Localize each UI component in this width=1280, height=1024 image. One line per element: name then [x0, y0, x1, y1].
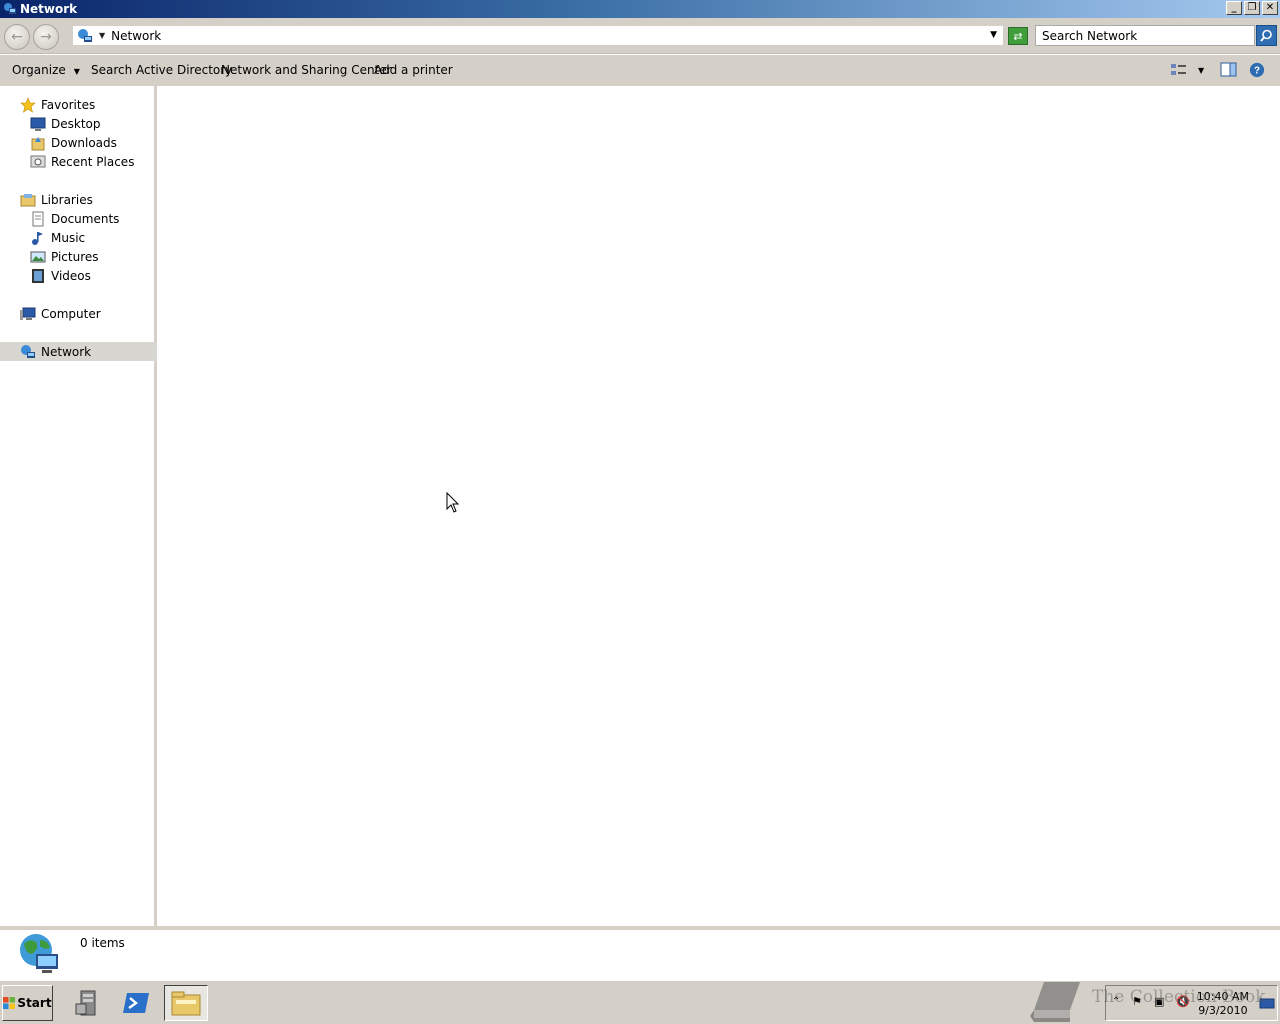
nav-documents[interactable]: Documents — [0, 209, 157, 228]
file-list-pane[interactable] — [160, 86, 1280, 926]
address-dropdown-icon[interactable]: ▼ — [990, 30, 997, 40]
nav-label: Downloads — [51, 135, 117, 150]
nav-label: Desktop — [51, 116, 101, 131]
folder-icon — [171, 991, 201, 1016]
search-active-directory-button[interactable]: Search Active Directory — [91, 63, 232, 77]
preview-pane-icon[interactable] — [1220, 62, 1238, 78]
documents-icon — [32, 211, 44, 226]
nav-label: Pictures — [51, 249, 99, 264]
nav-label: Documents — [51, 211, 120, 226]
nav-label: Recent Places — [51, 154, 135, 169]
restore-button[interactable]: ❐ — [1244, 1, 1260, 15]
title-bar: Network _ ❐ ✕ — [0, 0, 1280, 18]
start-button[interactable]: Start — [2, 985, 53, 1021]
network-icon — [78, 28, 92, 42]
watermark: The Collection Book — [1030, 978, 1270, 1024]
help-icon[interactable]: ? — [1248, 62, 1266, 78]
downloads-icon — [31, 136, 45, 150]
nav-recent-places[interactable]: Recent Places — [0, 152, 157, 171]
windows-logo-icon — [3, 997, 16, 1009]
nav-label: Music — [51, 230, 86, 245]
nav-label: Videos — [51, 268, 91, 283]
forward-button[interactable]: → — [33, 24, 59, 50]
book-icon — [1030, 982, 1080, 1022]
network-icon — [21, 344, 35, 358]
details-pane: 0 items — [0, 930, 1280, 980]
nav-favorites[interactable]: Favorites — [0, 95, 157, 114]
nav-downloads[interactable]: Downloads — [0, 133, 157, 152]
command-bar: Organize ▼ Search Active Directory Networ… — [0, 55, 1280, 86]
server-manager-taskbar-button[interactable] — [66, 985, 110, 1021]
nav-network[interactable]: Network — [0, 342, 157, 361]
window-title: Network — [20, 2, 78, 16]
search-button[interactable] — [1256, 25, 1277, 46]
nav-libraries[interactable]: Libraries — [0, 190, 157, 209]
desktop-icon — [30, 117, 46, 131]
organize-label: Organize — [12, 63, 66, 77]
breadcrumb-chevron-icon[interactable]: ▼ — [99, 31, 105, 40]
watermark-text: The Collection Book — [1092, 987, 1266, 1007]
breadcrumb-network[interactable]: Network — [111, 29, 161, 43]
nav-music[interactable]: Music — [0, 228, 157, 247]
network-sharing-center-button[interactable]: Network and Sharing Center — [221, 63, 392, 77]
nav-label: Libraries — [41, 192, 93, 207]
network-icon — [4, 3, 16, 14]
pictures-icon — [30, 251, 46, 262]
add-printer-button[interactable]: Add a printer — [374, 63, 453, 77]
mouse-cursor-icon — [446, 492, 460, 513]
powershell-taskbar-button[interactable] — [114, 985, 158, 1021]
change-view-icon[interactable] — [1170, 62, 1188, 78]
nav-label: Computer — [41, 306, 101, 321]
organize-button[interactable]: Organize ▼ — [12, 63, 80, 77]
view-options-chevron-icon[interactable]: ▼ — [1198, 66, 1204, 75]
minimize-button[interactable]: _ — [1226, 1, 1242, 15]
nav-videos[interactable]: Videos — [0, 266, 157, 285]
close-button[interactable]: ✕ — [1262, 1, 1278, 15]
search-input[interactable]: Search Network — [1035, 25, 1255, 46]
start-label: Start — [17, 996, 52, 1010]
refresh-button[interactable]: ⇄ — [1008, 27, 1028, 45]
nav-label: Network — [41, 344, 92, 359]
videos-icon — [32, 268, 44, 283]
server-manager-icon — [75, 990, 96, 1016]
address-row: ← → ▼ Network ▼ ⇄ Search Network — [0, 18, 1280, 54]
network-globe-icon — [20, 934, 58, 973]
item-count: 0 items — [80, 936, 125, 950]
powershell-icon — [123, 993, 149, 1013]
computer-icon — [20, 307, 36, 320]
music-icon — [32, 231, 43, 245]
explorer-taskbar-button[interactable] — [164, 985, 208, 1021]
search-icon — [1260, 29, 1272, 42]
recent-places-icon — [30, 155, 46, 167]
chevron-down-icon: ▼ — [73, 67, 80, 76]
nav-computer[interactable]: Computer — [0, 304, 157, 323]
svg-text:?: ? — [1254, 66, 1260, 77]
libraries-icon — [20, 193, 36, 206]
address-bar[interactable]: ▼ Network ▼ — [72, 25, 1004, 46]
back-button[interactable]: ← — [4, 24, 30, 50]
nav-label: Favorites — [41, 97, 96, 112]
nav-desktop[interactable]: Desktop — [0, 114, 157, 133]
star-icon — [20, 96, 36, 113]
nav-pictures[interactable]: Pictures — [0, 247, 157, 266]
navigation-pane: Favorites Desktop Downloads Recent Place… — [0, 86, 157, 926]
